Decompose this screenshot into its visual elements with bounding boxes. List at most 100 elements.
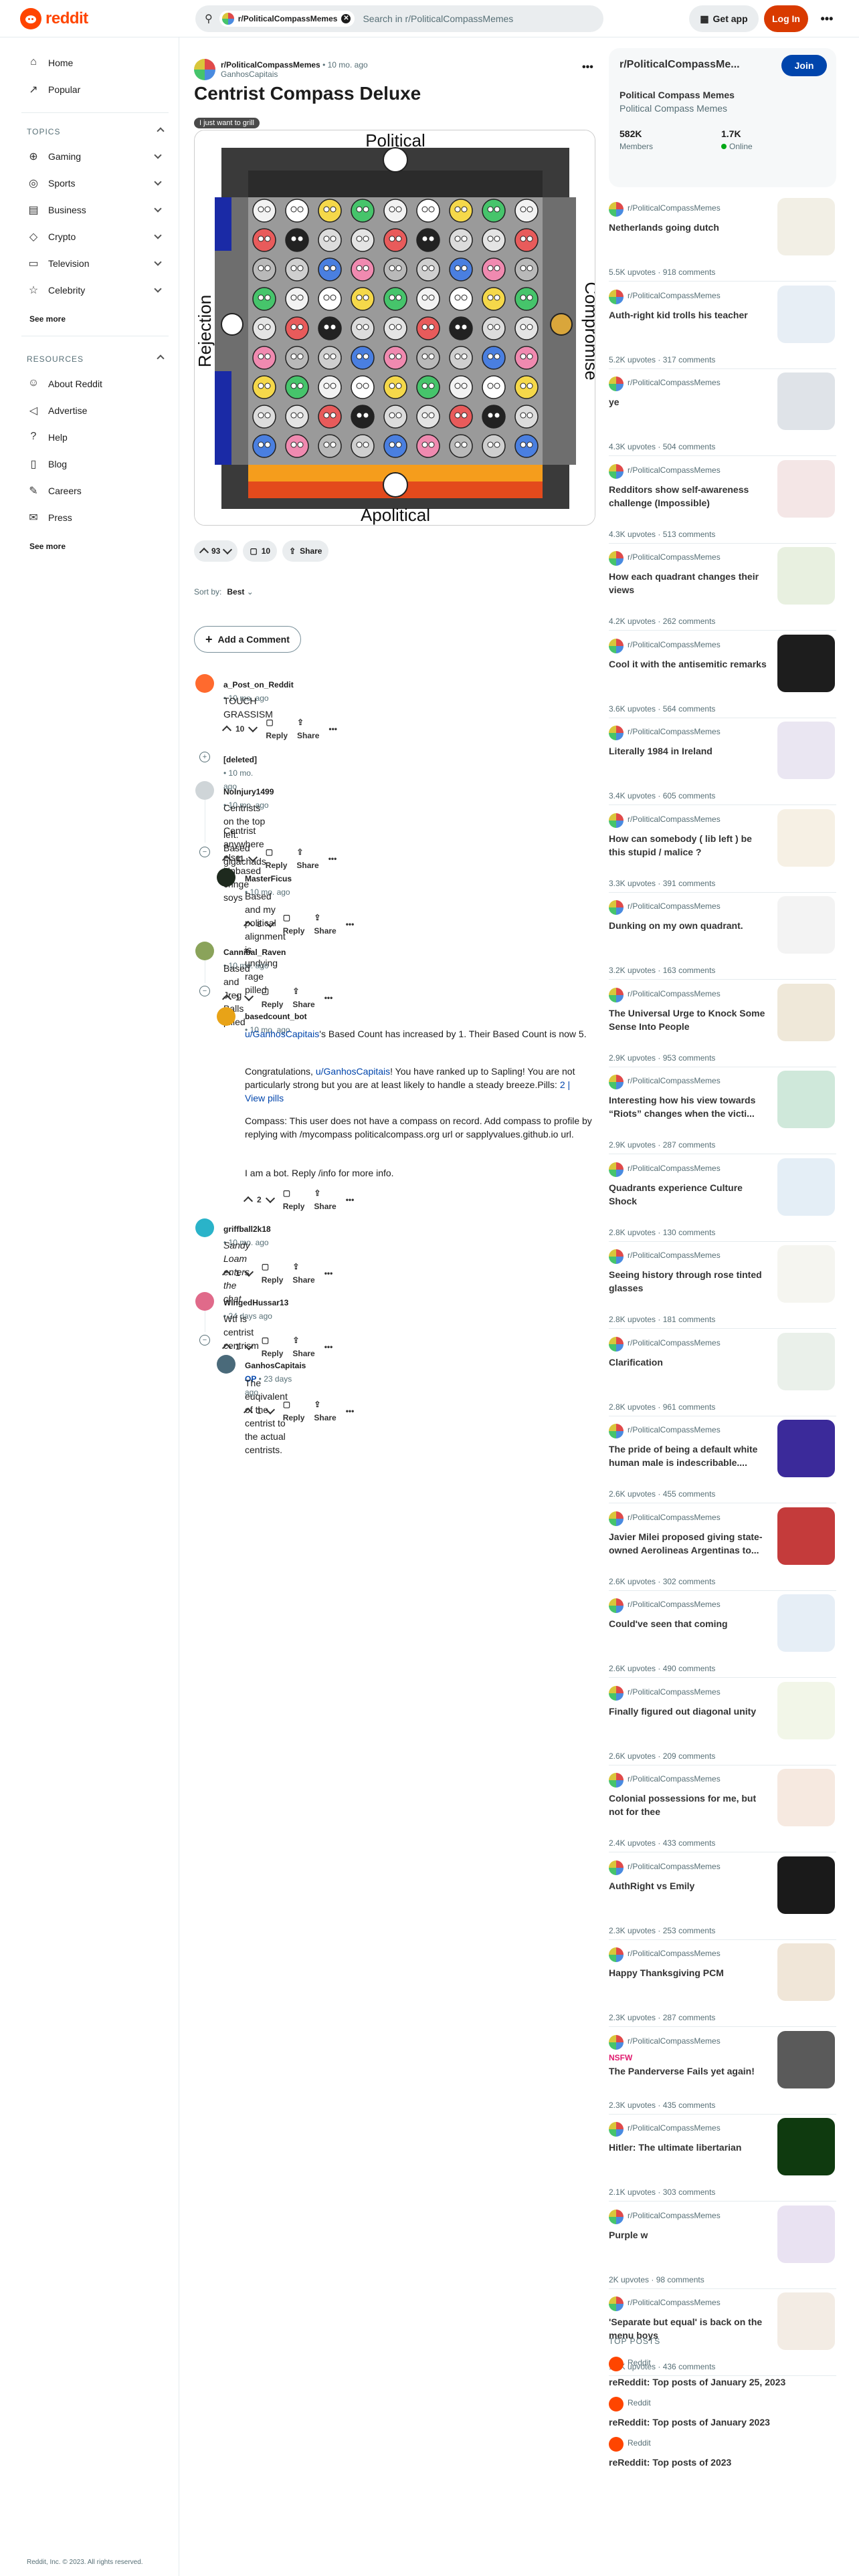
comment-more-icon[interactable]: ••• xyxy=(346,1193,355,1206)
related-title[interactable]: AuthRight vs Emily xyxy=(609,1879,769,1893)
related-thumbnail[interactable] xyxy=(777,285,835,343)
expand-icon[interactable]: + xyxy=(199,752,210,762)
reply-button[interactable]: ▢ Reply xyxy=(283,1398,305,1424)
related-title[interactable]: Colonial possessions for me, but not for… xyxy=(609,1792,769,1818)
post-share-button[interactable]: ⇪ Share xyxy=(282,540,329,562)
related-title[interactable]: Cool it with the antisemitic remarks xyxy=(609,657,769,671)
comment-more-icon[interactable]: ••• xyxy=(328,722,337,736)
related-post[interactable]: r/PoliticalCompassMemes Hitler: The ultim… xyxy=(609,2118,836,2202)
related-post[interactable]: r/PoliticalCompassMemes How can somebody … xyxy=(609,809,836,893)
related-post[interactable]: r/PoliticalCompassMemes AuthRight vs Emil… xyxy=(609,1856,836,1940)
post-flair[interactable]: I just want to grill xyxy=(194,118,260,128)
reply-button[interactable]: ▢ Reply xyxy=(266,716,288,742)
related-post[interactable]: r/PoliticalCompassMemes Interesting how h… xyxy=(609,1071,836,1154)
avatar[interactable] xyxy=(195,1292,214,1311)
related-title[interactable]: How can somebody ( lib left ) be this st… xyxy=(609,832,769,859)
comment-more-icon[interactable]: ••• xyxy=(328,852,337,865)
comment-more-icon[interactable]: ••• xyxy=(324,1267,333,1280)
upvote-icon[interactable] xyxy=(221,994,232,1004)
top-post-title[interactable]: reReddit: Top posts of January 2023 xyxy=(609,2416,836,2429)
related-post[interactable]: r/PoliticalCompassMemes The Universal Urg… xyxy=(609,983,836,1067)
resource-press[interactable]: ✉ Press xyxy=(11,504,171,531)
related-subreddit[interactable]: r/PoliticalCompassMemes xyxy=(628,1338,721,1348)
downvote-icon[interactable] xyxy=(244,1267,254,1277)
reply-button[interactable]: ▢ Reply xyxy=(283,1186,305,1213)
topics-header[interactable]: TOPICS xyxy=(27,127,165,136)
downvote-icon[interactable] xyxy=(223,544,233,555)
upvote-icon[interactable] xyxy=(221,855,232,865)
related-thumbnail[interactable] xyxy=(777,983,835,1041)
related-title[interactable]: Auth-right kid trolls his teacher xyxy=(609,308,769,322)
related-subreddit[interactable]: r/PoliticalCompassMemes xyxy=(628,989,721,998)
related-post[interactable]: r/PoliticalCompassMemes ye 4.3K upvotes · … xyxy=(609,372,836,456)
collapse-icon[interactable]: − xyxy=(199,986,210,996)
related-post[interactable]: r/PoliticalCompassMemes Javier Milei prop… xyxy=(609,1507,836,1591)
related-post[interactable]: r/PoliticalCompassMemes Seeing history th… xyxy=(609,1245,836,1329)
resource-advertise[interactable]: ◁ Advertise xyxy=(11,397,171,424)
share-button[interactable]: ⇪ Share xyxy=(292,1333,314,1360)
avatar[interactable] xyxy=(195,1218,214,1237)
related-title[interactable]: Hitler: The ultimate libertarian xyxy=(609,2141,769,2154)
related-subreddit[interactable]: r/PoliticalCompassMemes xyxy=(628,2036,721,2046)
related-thumbnail[interactable] xyxy=(777,1420,835,1477)
related-post[interactable]: r/PoliticalCompassMemes Could've seen tha… xyxy=(609,1594,836,1678)
related-subreddit[interactable]: r/PoliticalCompassMemes xyxy=(628,1949,721,1958)
downvote-icon[interactable] xyxy=(265,1193,275,1204)
bot-avatar[interactable] xyxy=(217,1007,235,1026)
related-title[interactable]: Clarification xyxy=(609,1356,769,1369)
resource-help[interactable]: ? Help xyxy=(11,424,171,451)
related-thumbnail[interactable] xyxy=(777,1769,835,1826)
avatar[interactable] xyxy=(195,674,214,693)
log-in-button[interactable]: Log In xyxy=(764,5,808,32)
related-subreddit[interactable]: r/PoliticalCompassMemes xyxy=(628,1164,721,1173)
related-title[interactable]: Redditors show self-awareness challenge … xyxy=(609,483,769,510)
related-post[interactable]: r/PoliticalCompassMemes Happy Thanksgivin… xyxy=(609,1943,836,2027)
upvote-icon[interactable] xyxy=(243,1196,254,1206)
related-subreddit[interactable]: r/PoliticalCompassMemes xyxy=(628,1687,721,1697)
related-thumbnail[interactable] xyxy=(777,198,835,255)
sort-dropdown[interactable]: Best xyxy=(227,587,244,597)
avatar[interactable] xyxy=(195,781,214,800)
upvote-icon[interactable] xyxy=(243,920,254,931)
subreddit-avatar[interactable] xyxy=(194,59,215,80)
share-button[interactable]: ⇪ Share xyxy=(297,716,319,742)
upvote-icon[interactable] xyxy=(221,1269,232,1280)
related-title[interactable]: Dunking on my own quadrant. xyxy=(609,919,769,932)
post-comments-button[interactable]: ▢ 10 xyxy=(243,540,278,562)
related-subreddit[interactable]: r/PoliticalCompassMemes xyxy=(628,1774,721,1784)
resource-about[interactable]: ☺ About Reddit xyxy=(11,370,171,397)
nav-home[interactable]: ⌂ Home xyxy=(11,49,171,76)
related-subreddit[interactable]: r/PoliticalCompassMemes xyxy=(628,2123,721,2133)
share-button[interactable]: ⇪ Share xyxy=(292,984,314,1011)
comment-more-icon[interactable]: ••• xyxy=(346,1404,355,1418)
share-button[interactable]: ⇪ Share xyxy=(292,1260,314,1287)
related-post[interactable]: r/PoliticalCompassMemes Literally 1984 in… xyxy=(609,722,836,805)
upvote-icon[interactable] xyxy=(243,1407,254,1418)
related-subreddit[interactable]: r/PoliticalCompassMemes xyxy=(628,1251,721,1260)
related-post[interactable]: r/PoliticalCompassMemes Purple w 2K upvote… xyxy=(609,2205,836,2289)
reply-button[interactable]: ▢ Reply xyxy=(262,1260,284,1287)
related-thumbnail[interactable] xyxy=(777,2118,835,2175)
related-thumbnail[interactable] xyxy=(777,809,835,867)
community-name[interactable]: r/PoliticalCompassMe... xyxy=(619,59,740,71)
related-subreddit[interactable]: r/PoliticalCompassMemes xyxy=(628,1425,721,1434)
related-thumbnail[interactable] xyxy=(777,2030,835,2088)
subreddit-link[interactable]: r/PoliticalCompassMemes xyxy=(221,60,320,70)
related-title[interactable]: The Panderverse Fails yet again! xyxy=(609,2064,769,2078)
comment-more-icon[interactable]: ••• xyxy=(324,1340,333,1354)
related-thumbnail[interactable] xyxy=(777,1332,835,1390)
related-thumbnail[interactable] xyxy=(777,1943,835,2001)
related-post[interactable]: r/PoliticalCompassMemes Auth-right kid tr… xyxy=(609,285,836,369)
related-post[interactable]: r/PoliticalCompassMemes How each quadrant… xyxy=(609,547,836,631)
related-title[interactable]: Seeing history through rose tinted glass… xyxy=(609,1268,769,1295)
related-title[interactable]: The pride of being a default white human… xyxy=(609,1442,769,1469)
downvote-icon[interactable] xyxy=(244,1340,254,1351)
topic-crypto[interactable]: ◇ Crypto xyxy=(11,223,171,250)
related-title[interactable]: The Universal Urge to Knock Some Sense I… xyxy=(609,1006,769,1033)
resource-blog[interactable]: ▯ Blog xyxy=(11,451,171,477)
related-thumbnail[interactable] xyxy=(777,634,835,692)
related-thumbnail[interactable] xyxy=(777,459,835,518)
collapse-icon[interactable]: − xyxy=(199,847,210,857)
reply-button[interactable]: ▢ Reply xyxy=(262,1333,284,1360)
related-thumbnail[interactable] xyxy=(777,1856,835,1914)
